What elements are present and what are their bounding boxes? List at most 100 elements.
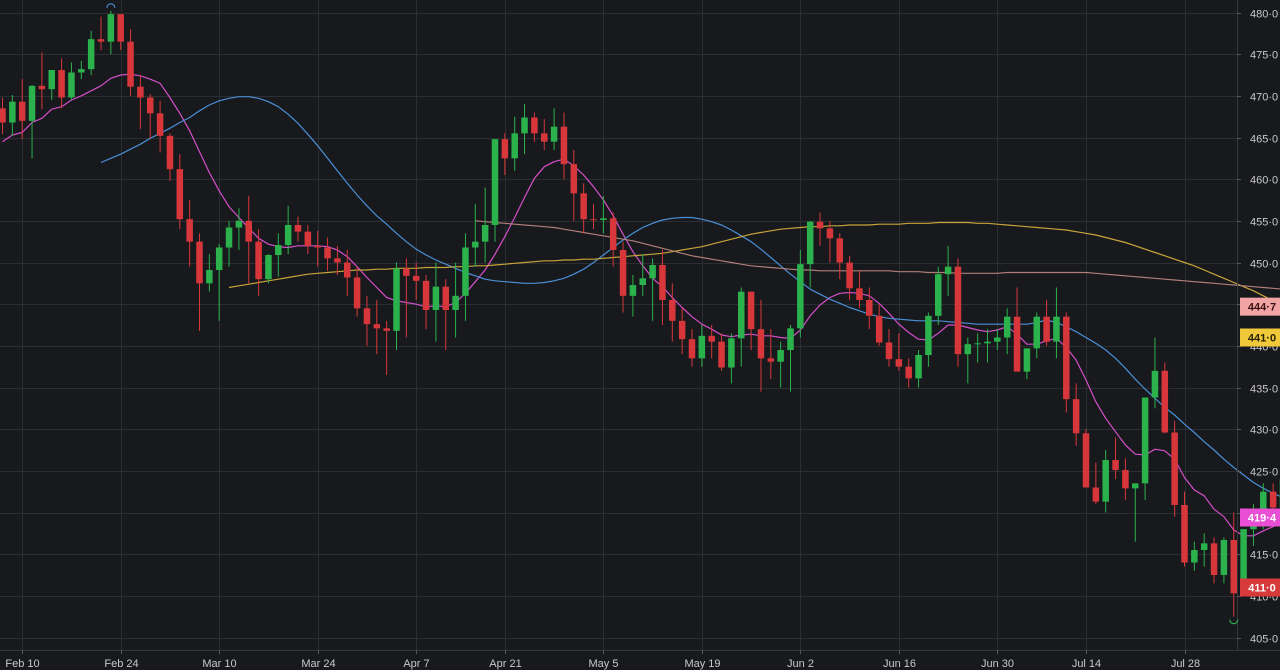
candle-body bbox=[1141, 397, 1149, 484]
candle-body bbox=[117, 14, 124, 42]
candle-body bbox=[314, 245, 321, 248]
candle-body bbox=[738, 291, 745, 339]
time-tick-label: Apr 7 bbox=[403, 658, 429, 670]
candle-body bbox=[97, 39, 105, 42]
price-tag-label: 441·0 bbox=[1248, 333, 1276, 345]
candle bbox=[954, 258, 962, 367]
candle-body bbox=[186, 219, 193, 242]
candle-body bbox=[964, 344, 972, 355]
time-tick-label: Mar 10 bbox=[202, 658, 236, 670]
price-tick-label: 465·0 bbox=[1250, 134, 1278, 146]
candle-body bbox=[1023, 348, 1031, 372]
candle-body bbox=[649, 265, 656, 279]
candle-body bbox=[127, 41, 134, 87]
time-tick-label: Jul 14 bbox=[1072, 658, 1101, 670]
price-tag: 411·0 bbox=[1240, 578, 1280, 597]
candle-body bbox=[1181, 505, 1188, 563]
time-tick-label: May 5 bbox=[589, 658, 619, 670]
price-tick-label: 450·0 bbox=[1250, 259, 1278, 271]
candle-body bbox=[255, 241, 262, 280]
candle-body bbox=[215, 247, 223, 270]
candle-body bbox=[609, 218, 617, 250]
chart-background bbox=[0, 0, 1280, 670]
price-tick-label: 415·0 bbox=[1250, 550, 1278, 562]
candle-body bbox=[442, 286, 449, 310]
candle-body bbox=[905, 366, 912, 379]
candle-body bbox=[846, 262, 853, 289]
candle-body bbox=[1112, 460, 1119, 470]
candle-body bbox=[521, 117, 528, 134]
candle-body bbox=[757, 329, 765, 359]
candle-body bbox=[0, 108, 6, 123]
candle-body bbox=[1171, 432, 1178, 505]
candle-body bbox=[708, 335, 715, 342]
candle-body bbox=[284, 225, 292, 245]
candle-body bbox=[580, 193, 587, 220]
candle-body bbox=[777, 350, 784, 362]
candle-body bbox=[452, 295, 459, 310]
time-tick-label: Feb 10 bbox=[5, 658, 39, 670]
candle-body bbox=[984, 341, 991, 344]
candle-body bbox=[856, 288, 863, 300]
price-tag-label: 444·7 bbox=[1248, 302, 1276, 314]
candle-body bbox=[511, 133, 518, 159]
candle-body bbox=[265, 255, 272, 280]
price-tag-label: 411·0 bbox=[1248, 583, 1276, 595]
candle-body bbox=[107, 14, 115, 42]
price-tick-label: 475·0 bbox=[1250, 50, 1278, 62]
candle-body bbox=[895, 359, 903, 367]
candle-body bbox=[1161, 370, 1169, 433]
candle-body bbox=[373, 324, 381, 329]
candle-body bbox=[1003, 316, 1011, 338]
candle-body bbox=[87, 39, 95, 70]
candle-body bbox=[866, 300, 873, 316]
candle-body bbox=[403, 268, 410, 276]
candle-body bbox=[600, 218, 607, 220]
candle-body bbox=[875, 315, 883, 343]
candle-body bbox=[1210, 543, 1218, 575]
candle-body bbox=[58, 70, 65, 98]
time-tick-label: Apr 21 bbox=[489, 658, 521, 670]
candle-body bbox=[38, 85, 46, 90]
candle-body bbox=[826, 228, 834, 239]
candle-body bbox=[541, 133, 548, 142]
candle-body bbox=[728, 338, 735, 368]
candle-body bbox=[235, 220, 243, 228]
candle-body bbox=[422, 280, 430, 310]
time-tick-label: Jun 2 bbox=[787, 658, 814, 670]
candle-body bbox=[1102, 460, 1109, 502]
price-tick-label: 470·0 bbox=[1250, 92, 1278, 104]
candle-body bbox=[944, 266, 952, 275]
candle-body bbox=[1033, 316, 1040, 349]
candle-body bbox=[974, 343, 981, 345]
candle-body bbox=[1191, 550, 1198, 563]
candlestick-chart[interactable]: 405·0410·0415·0420·0425·0430·0435·0440·0… bbox=[0, 0, 1280, 670]
candle-body bbox=[412, 275, 420, 281]
time-tick-label: Jul 28 bbox=[1171, 658, 1200, 670]
candle-body bbox=[619, 250, 627, 296]
price-tick-label: 460·0 bbox=[1250, 175, 1278, 187]
candle-body bbox=[1200, 543, 1208, 550]
candle-body bbox=[294, 225, 302, 232]
candle-body bbox=[531, 117, 538, 134]
candle-body bbox=[472, 241, 479, 248]
price-tick-label: 405·0 bbox=[1250, 634, 1278, 646]
candle-body bbox=[481, 225, 489, 242]
candle-body bbox=[176, 169, 184, 220]
price-tag-label: 419·4 bbox=[1248, 513, 1277, 525]
price-tick-label: 425·0 bbox=[1250, 467, 1278, 479]
price-tick-label: 430·0 bbox=[1250, 425, 1278, 437]
price-tag: 444·7 bbox=[1240, 297, 1280, 316]
price-tick-label: 435·0 bbox=[1250, 384, 1278, 396]
candle bbox=[265, 254, 272, 284]
candle-body bbox=[678, 320, 686, 340]
candle-body bbox=[344, 262, 351, 278]
candle-body bbox=[334, 258, 341, 263]
candle-body bbox=[639, 278, 646, 285]
candle-body bbox=[767, 358, 775, 362]
candle-body bbox=[432, 286, 440, 310]
candle-body bbox=[1072, 399, 1080, 434]
candle-body bbox=[590, 219, 597, 221]
candle-body bbox=[1151, 370, 1159, 398]
candle-body bbox=[275, 245, 282, 255]
